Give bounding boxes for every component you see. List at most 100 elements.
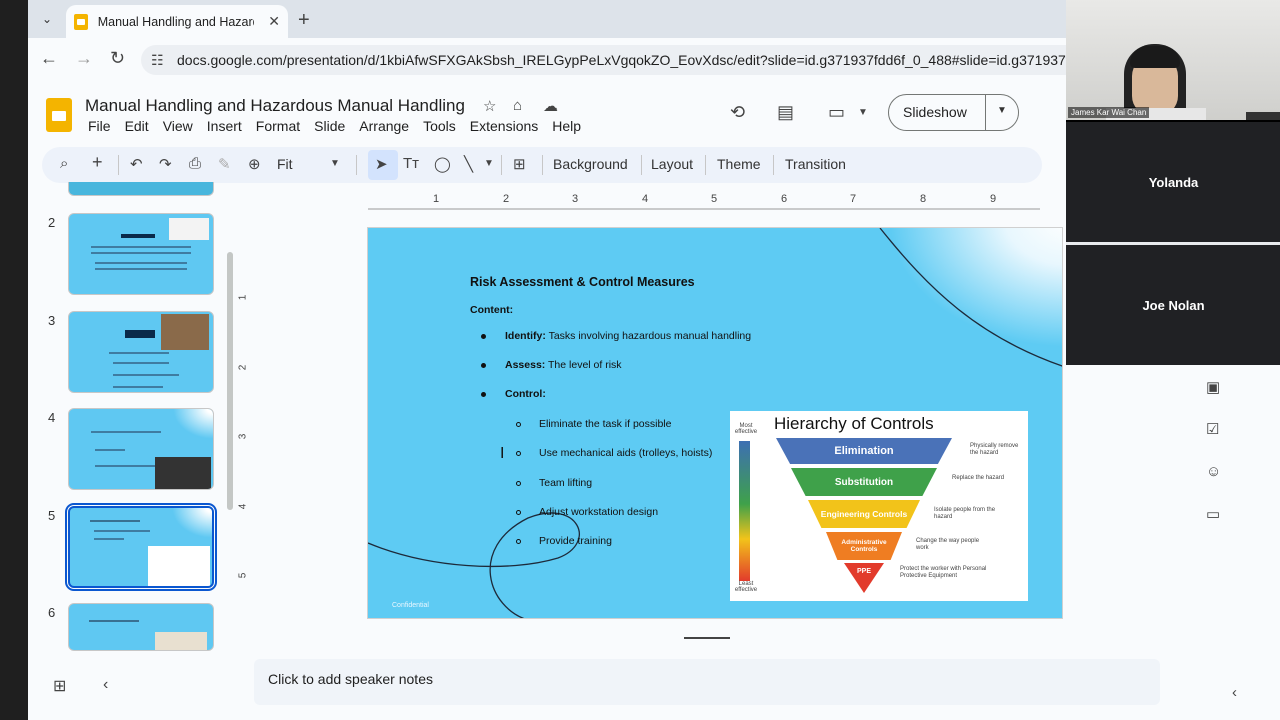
shape-icon[interactable]: ◯ (434, 155, 451, 173)
collapse-filmstrip-icon[interactable]: ‹ (103, 676, 108, 694)
meet-icon[interactable]: ▭ (828, 102, 845, 123)
menu-help[interactable]: Help (552, 118, 581, 134)
forward-icon[interactable]: → (75, 48, 93, 69)
text-box-icon[interactable]: Tт (403, 155, 419, 172)
show-side-panel-icon[interactable]: ‹ (1232, 684, 1237, 701)
grid-view-icon[interactable]: ⊞ (53, 676, 66, 696)
new-slide-icon[interactable]: + (92, 152, 103, 173)
participant-tile[interactable]: Yolanda (1066, 122, 1280, 242)
tasks-icon[interactable]: ☑ (1206, 420, 1219, 438)
slide-canvas[interactable]: Risk Assessment & Control Measures Conte… (367, 227, 1063, 619)
identify-text: Tasks involving hazardous manual handlin… (545, 330, 752, 342)
slideshow-button[interactable]: Slideshow ▼ (888, 94, 1019, 131)
slide-thumbnail-4[interactable] (68, 408, 214, 490)
toolbar-divider (542, 155, 543, 175)
control-item[interactable]: Provide training (539, 535, 612, 547)
background-button[interactable]: Background (553, 156, 628, 172)
identify-item[interactable]: Identify: Tasks involving hazardous manu… (505, 330, 751, 342)
comments-icon[interactable]: ▤ (777, 102, 794, 123)
version-history-icon[interactable]: ⟲ (730, 102, 745, 123)
comment-add-icon[interactable]: ⊞ (513, 155, 526, 173)
contacts-icon[interactable]: ☺ (1206, 463, 1221, 480)
speaker-notes[interactable]: Click to add speaker notes (254, 659, 1160, 705)
menu-slide[interactable]: Slide (314, 118, 345, 134)
print-icon[interactable]: ⎙ (189, 155, 201, 172)
tier-note: Isolate people from the hazard (934, 507, 996, 520)
close-tab-icon[interactable]: ✕ (268, 13, 280, 30)
slide-thumbnail-6[interactable] (68, 603, 214, 651)
browser-tab[interactable]: Manual Handling and Hazardous ✕ (66, 5, 288, 38)
slideshow-divider (985, 95, 986, 130)
control-item[interactable]: Adjust workstation design (539, 506, 658, 518)
filmstrip-scrollbar[interactable] (227, 252, 233, 510)
video-call-panel: James Kar Wai Chan Yolanda Joe Nolan (1066, 0, 1280, 365)
transition-button[interactable]: Transition (785, 156, 846, 172)
theme-button[interactable]: Theme (717, 156, 761, 172)
search-menus-icon[interactable]: ⌕ (60, 155, 68, 172)
menu-insert[interactable]: Insert (207, 118, 242, 134)
control-item[interactable]: Use mechanical aids (trolleys, hoists) (539, 447, 712, 459)
tier-engineering: Engineering Controls (808, 500, 920, 528)
assess-item[interactable]: Assess: The level of risk (505, 359, 622, 371)
hierarchy-of-controls-image[interactable]: Hierarchy of Controls Most effective Lea… (730, 411, 1028, 601)
reload-icon[interactable]: ↻ (110, 48, 125, 69)
self-camera-feed: James Kar Wai Chan (1066, 0, 1280, 120)
sub-bullet (516, 481, 521, 486)
effectiveness-gradient-bar (739, 441, 750, 581)
slides-favicon-icon (74, 13, 88, 30)
zoom-icon[interactable]: ⊕ (248, 155, 261, 173)
toolbar-divider (773, 155, 774, 175)
move-folder-icon[interactable]: ⌂ (513, 97, 522, 114)
undo-icon[interactable]: ↶ (130, 155, 143, 173)
meet-dropdown-icon[interactable]: ▼ (858, 107, 868, 118)
content-label[interactable]: Content: (470, 304, 513, 316)
slides-logo-icon[interactable] (46, 98, 72, 132)
slide-number: 5 (48, 508, 56, 523)
footer-confidential: Confidential (392, 602, 429, 609)
control-label[interactable]: Control: (505, 388, 546, 400)
menu-arrange[interactable]: Arrange (359, 118, 409, 134)
folder-icon[interactable]: ▭ (1206, 505, 1220, 523)
zoom-select[interactable]: Fit (277, 156, 293, 172)
menu-edit[interactable]: Edit (125, 118, 149, 134)
slideshow-dropdown-icon[interactable]: ▼ (997, 105, 1007, 116)
menu-file[interactable]: File (88, 118, 111, 134)
menu-format[interactable]: Format (256, 118, 300, 134)
slide-thumbnail-5-selected[interactable] (65, 503, 217, 591)
slide-thumbnail-2[interactable] (68, 213, 214, 295)
redo-icon[interactable]: ↷ (159, 155, 172, 173)
menu-tools[interactable]: Tools (423, 118, 456, 134)
speaker-notes-placeholder: Click to add speaker notes (268, 671, 433, 687)
participant-name: Yolanda (1148, 175, 1199, 190)
toolbar: ⌕ + ↶ ↷ ⎙ ✎ ⊕ Fit ▼ ➤ Tт ◯ ╲ ▼ ⊞ Backgro… (42, 147, 1042, 183)
tier-note: Protect the worker with Personal Protect… (900, 566, 987, 579)
participant-tile[interactable]: Joe Nolan (1066, 245, 1280, 365)
slide-thumbnail-1[interactable] (68, 182, 214, 196)
least-effective-label: Least effective (734, 581, 758, 593)
paint-format-icon[interactable]: ✎ (218, 155, 231, 173)
self-name-label: James Kar Wai Chan (1068, 107, 1150, 118)
line-icon[interactable]: ╲ (464, 155, 473, 173)
line-dropdown-icon[interactable]: ▼ (484, 158, 494, 169)
tab-search-button[interactable]: ⌄ (36, 8, 58, 30)
layout-button[interactable]: Layout (651, 156, 693, 172)
document-title[interactable]: Manual Handling and Hazardous Manual Han… (85, 96, 465, 116)
toolbar-divider (501, 155, 502, 175)
ruler-label: 3 (237, 433, 249, 440)
site-info-icon[interactable]: ☷ (151, 52, 164, 69)
star-icon[interactable]: ☆ (483, 97, 496, 115)
back-icon[interactable]: ← (40, 48, 58, 69)
control-item[interactable]: Team lifting (539, 477, 592, 489)
keep-icon[interactable]: ▣ (1206, 378, 1220, 396)
ruler-label: 4 (642, 193, 649, 205)
select-cursor-icon[interactable]: ➤ (375, 155, 388, 173)
cloud-status-icon[interactable]: ☁ (543, 97, 558, 115)
zoom-dropdown-icon[interactable]: ▼ (330, 158, 340, 169)
new-tab-icon[interactable]: + (298, 9, 310, 32)
slide-thumbnail-3[interactable] (68, 311, 214, 393)
control-item[interactable]: Eliminate the task if possible (539, 418, 671, 430)
menu-view[interactable]: View (163, 118, 193, 134)
slide-heading[interactable]: Risk Assessment & Control Measures (470, 275, 695, 289)
notes-resize-handle[interactable] (684, 637, 730, 639)
menu-extensions[interactable]: Extensions (470, 118, 538, 134)
